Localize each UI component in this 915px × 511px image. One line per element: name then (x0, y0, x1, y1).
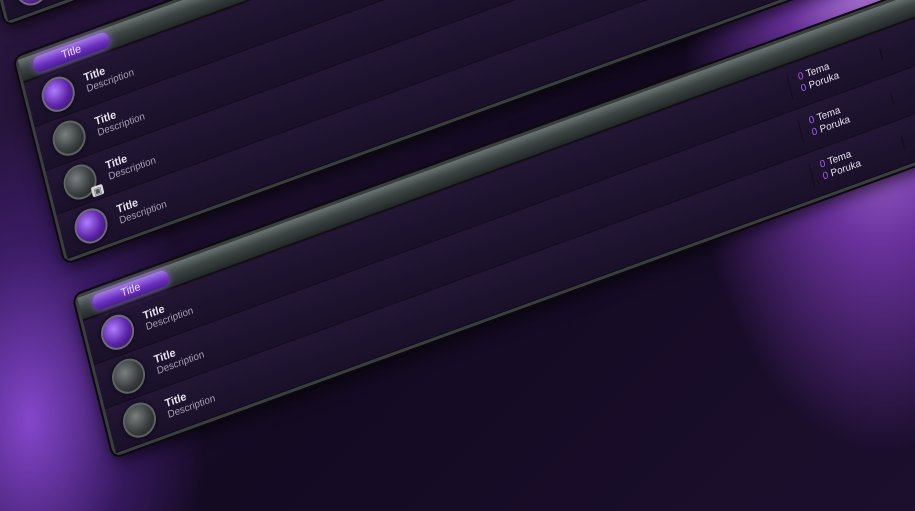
post-count-value: 0 (821, 169, 830, 183)
topic-count-value: 0 (807, 114, 816, 127)
forum-no-new-posts-icon (108, 353, 149, 399)
forum-new-posts-icon (70, 203, 112, 249)
forum-no-new-posts-icon (49, 115, 90, 161)
lock-icon: ▣ (90, 183, 105, 198)
forum-new-posts-icon (11, 0, 52, 11)
background-stage: −TitleDescription0Tema0PorukaNo PostsTit… (0, 0, 915, 511)
topic-count-value: 0 (818, 158, 827, 171)
topic-count-value: 0 (796, 70, 805, 84)
forum-new-posts-icon (38, 71, 79, 117)
forum-new-posts-icon (97, 309, 138, 355)
forum-no-new-posts-icon (119, 397, 160, 443)
forum-board: −TitleDescription0Tema0PorukaNo PostsTit… (0, 0, 915, 490)
post-count-value: 0 (799, 82, 808, 95)
post-count-value: 0 (810, 125, 819, 139)
forum-locked-icon: ▣ (60, 159, 105, 205)
